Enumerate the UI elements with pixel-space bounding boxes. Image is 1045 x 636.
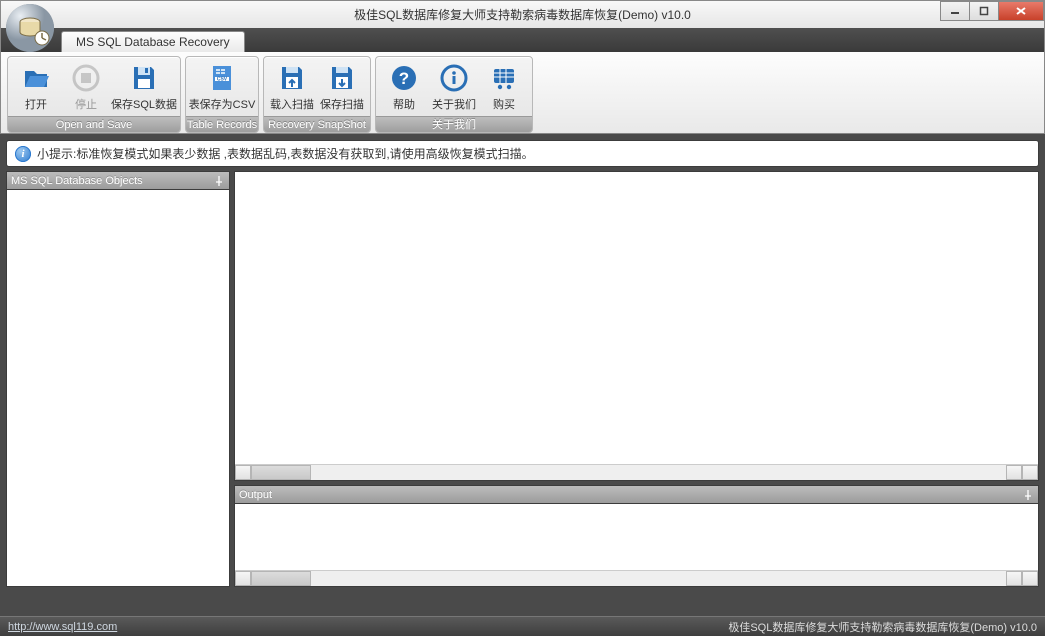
maximize-button[interactable] xyxy=(969,1,999,21)
tab-strip: MS SQL Database Recovery xyxy=(0,28,1045,52)
csv-file-icon: CSV xyxy=(205,61,239,95)
maximize-icon xyxy=(979,6,989,16)
objects-panel: MS SQL Database Objects xyxy=(6,171,230,587)
help-button[interactable]: ? 帮助 xyxy=(380,59,428,116)
statusbar-url-link[interactable]: http://www.sql119.com xyxy=(8,621,117,633)
output-h-scrollbar[interactable] xyxy=(235,570,1038,586)
ribbon-group-about: ? 帮助 关于我们 购买 xyxy=(375,56,533,133)
status-bar: http://www.sql119.com 极佳SQL数据库修复大师支持勒索病毒… xyxy=(0,616,1045,636)
minimize-icon xyxy=(950,6,960,16)
floppy-disk-icon xyxy=(127,61,161,95)
ribbon-group-snapshot: 载入扫描 保存扫描 Recovery SnapShot xyxy=(263,56,371,133)
main-area: MS SQL Database Objects xyxy=(6,171,1039,587)
statusbar-right-text: 极佳SQL数据库修复大师支持勒索病毒数据库恢复(Demo) v10.0 xyxy=(728,619,1037,635)
info-bar: i 小提示:标准恢复模式如果表少数据 ,表数据乱码,表数据没有获取到,请使用高级… xyxy=(6,140,1039,167)
output-panel-title: Output xyxy=(239,489,272,501)
infobar-text: 小提示:标准恢复模式如果表少数据 ,表数据乱码,表数据没有获取到,请使用高级恢复… xyxy=(37,145,534,162)
objects-tree[interactable] xyxy=(7,190,229,586)
output-panel-header: Output xyxy=(235,486,1038,504)
open-button[interactable]: 打开 xyxy=(12,59,60,116)
app-icon xyxy=(4,2,56,54)
svg-text:CSV: CSV xyxy=(217,77,228,83)
window-controls xyxy=(941,1,1044,21)
content-panel xyxy=(234,171,1039,481)
help-icon: ? xyxy=(387,61,421,95)
floppy-up-icon xyxy=(275,61,309,95)
ribbon-group-title: Recovery SnapShot xyxy=(264,116,370,132)
save-scan-button[interactable]: 保存扫描 xyxy=(318,59,366,116)
objects-panel-header: MS SQL Database Objects xyxy=(7,172,229,190)
stop-button: 停止 xyxy=(62,59,110,116)
save-csv-button[interactable]: CSV 表保存为CSV xyxy=(190,59,254,116)
info-icon xyxy=(437,61,471,95)
ribbon-toolbar: 打开 停止 保存SQL数据 Open and xyxy=(0,52,1045,134)
tab-recovery[interactable]: MS SQL Database Recovery xyxy=(61,31,245,52)
load-scan-button[interactable]: 载入扫描 xyxy=(268,59,316,116)
window-title: 极佳SQL数据库修复大师支持勒索病毒数据库恢复(Demo) v10.0 xyxy=(1,6,1044,23)
floppy-down-icon xyxy=(325,61,359,95)
stop-icon xyxy=(69,61,103,95)
ribbon-group-open-save: 打开 停止 保存SQL数据 Open and xyxy=(7,56,181,133)
minimize-button[interactable] xyxy=(940,1,970,21)
title-bar: 极佳SQL数据库修复大师支持勒索病毒数据库恢复(Demo) v10.0 xyxy=(0,0,1045,28)
ribbon-group-title: Open and Save xyxy=(8,116,180,132)
close-button[interactable] xyxy=(998,1,1044,21)
pin-icon[interactable] xyxy=(213,175,225,187)
ribbon-group-table-records: CSV 表保存为CSV Table Records xyxy=(185,56,259,133)
about-button[interactable]: 关于我们 xyxy=(430,59,478,116)
pin-icon[interactable] xyxy=(1022,489,1034,501)
buy-button[interactable]: 购买 xyxy=(480,59,528,116)
output-panel: Output xyxy=(234,485,1039,587)
info-bulb-icon: i xyxy=(15,146,31,162)
objects-panel-title: MS SQL Database Objects xyxy=(11,175,143,187)
close-icon xyxy=(1015,6,1027,16)
output-text[interactable] xyxy=(235,504,1038,570)
ribbon-group-title: Table Records xyxy=(186,116,258,132)
content-h-scrollbar[interactable] xyxy=(235,464,1038,480)
open-folder-icon xyxy=(19,61,53,95)
save-sql-button[interactable]: 保存SQL数据 xyxy=(112,59,176,116)
shopping-cart-icon xyxy=(487,61,521,95)
ribbon-group-title: 关于我们 xyxy=(376,116,532,132)
svg-text:?: ? xyxy=(399,69,409,88)
